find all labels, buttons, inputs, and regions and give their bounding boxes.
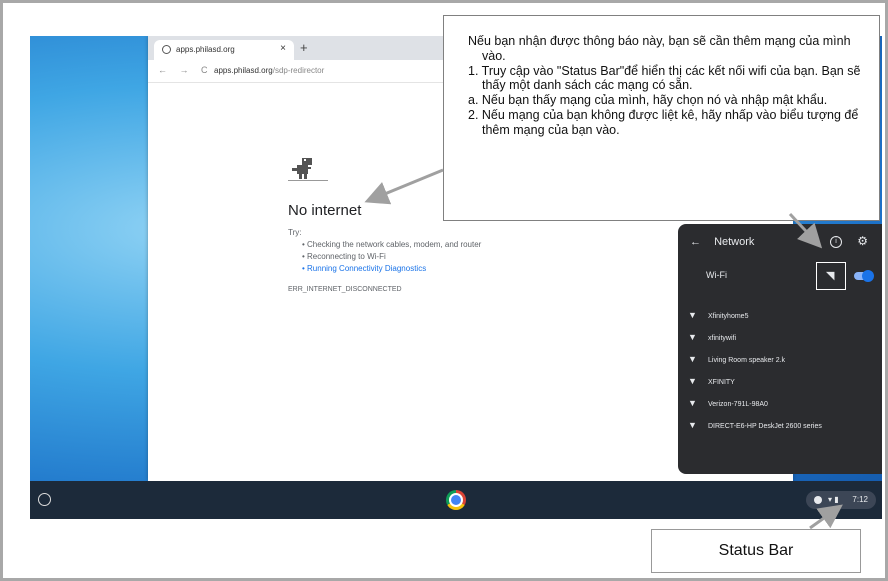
- arrow-to-tray: [809, 504, 843, 530]
- arrow-to-add-wifi: [788, 212, 823, 249]
- annotation-arrows: [364, 168, 843, 530]
- arrow-to-error: [364, 168, 444, 205]
